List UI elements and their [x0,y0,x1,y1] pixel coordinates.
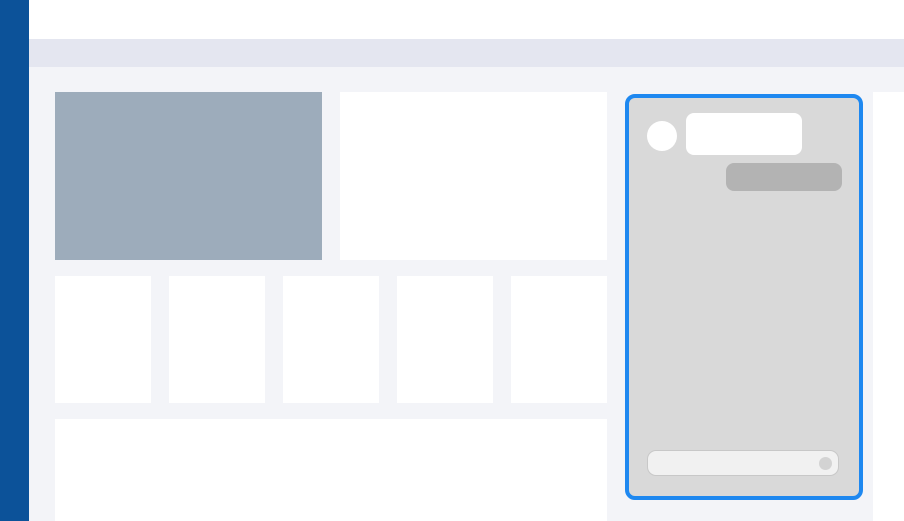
send-icon[interactable] [819,457,832,470]
tile-card[interactable] [283,276,379,403]
outgoing-message-bubble [726,163,842,191]
tile-card[interactable] [397,276,493,403]
tile-card[interactable] [169,276,265,403]
incoming-message-bubble [686,113,802,155]
right-side-panel [873,92,904,521]
hero-text-card [340,92,607,260]
tile-card[interactable] [511,276,607,403]
top-header-bar [29,0,904,39]
agent-avatar [647,121,677,151]
chat-message-input[interactable] [647,450,839,476]
left-sidebar-rail [0,0,29,521]
wide-content-card [55,419,607,521]
tile-card[interactable] [55,276,151,403]
sub-navigation-bar [29,39,904,67]
hero-image-placeholder [55,92,322,260]
chat-widget-panel[interactable] [625,94,863,500]
